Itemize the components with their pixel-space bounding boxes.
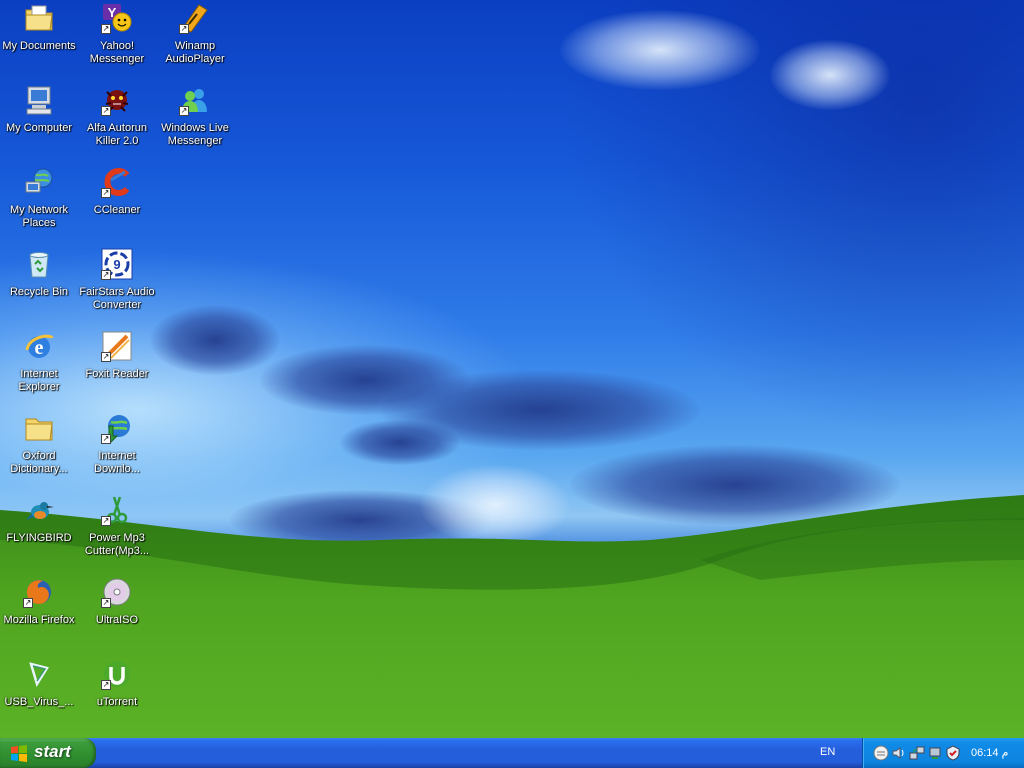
desktop-icon-my-network-places[interactable]: My Network Places xyxy=(0,166,78,246)
desktop-icon-label: USB_Virus_... xyxy=(4,696,74,708)
utorrent-icon: ↗ xyxy=(101,658,133,690)
autorun-killer-icon: ↗ xyxy=(101,84,133,116)
desktop-icon-label: FairStars Audio Converter xyxy=(79,286,155,311)
download-manager-globe-icon: ↗ xyxy=(101,412,133,444)
desktop-icon-yahoo-messenger[interactable]: Y ↗ Yahoo! Messenger xyxy=(78,2,156,82)
desktop-icon-label: Recycle Bin xyxy=(9,286,69,298)
desktop-icon-oxford-dictionary[interactable]: Oxford Dictionary... xyxy=(0,412,78,492)
desktop-icon-label: Foxit Reader xyxy=(85,368,149,380)
usb-scanner-icon xyxy=(23,658,55,690)
security-tray-icon[interactable] xyxy=(945,745,961,761)
desktop-icon-label: Alfa Autorun Killer 2.0 xyxy=(87,122,147,147)
computer-icon xyxy=(23,84,55,116)
desktop-icon-label: Power Mp3 Cutter(Mp3... xyxy=(84,532,150,557)
recycle-bin-icon xyxy=(23,248,55,280)
desktop-icon-label: My Documents xyxy=(2,40,76,52)
desktop-icon-flyingbird[interactable]: FLYINGBIRD xyxy=(0,494,78,574)
shortcut-arrow-icon: ↗ xyxy=(179,24,189,34)
svg-text:9: 9 xyxy=(113,257,120,272)
start-button[interactable]: start xyxy=(0,738,96,768)
desktop-icon-label: Oxford Dictionary... xyxy=(10,450,68,475)
desktop-icon-foxit-reader[interactable]: ↗ Foxit Reader xyxy=(78,330,156,410)
shortcut-arrow-icon: ↗ xyxy=(101,680,111,690)
shortcut-arrow-icon: ↗ xyxy=(101,188,111,198)
desktop-icon-fairstars-audio-converter[interactable]: 9 ↗ FairStars Audio Converter xyxy=(78,248,156,328)
desktop-icon-label: uTorrent xyxy=(96,696,138,708)
kingfisher-bird-icon xyxy=(23,494,55,526)
shortcut-arrow-icon: ↗ xyxy=(101,516,111,526)
desktop-icon-usb-virus[interactable]: USB_Virus_... xyxy=(0,658,78,738)
shortcut-arrow-icon: ↗ xyxy=(101,352,111,362)
foxit-reader-icon: ↗ xyxy=(101,330,133,362)
desktop-icon-ultraiso[interactable]: ↗ UltraISO xyxy=(78,576,156,656)
desktop-icon-label: Yahoo! Messenger xyxy=(89,40,145,65)
desktop-icon-label: Winamp AudioPlayer xyxy=(165,40,225,65)
desktop-icon-internet-download-manager[interactable]: ↗ Internet Downlo... xyxy=(78,412,156,492)
desktop-icon-label: Internet Explorer xyxy=(18,368,60,393)
start-label: start xyxy=(34,742,71,761)
desktop-icon-label: My Network Places xyxy=(9,204,69,229)
yahoo-messenger-icon: Y ↗ xyxy=(101,2,133,34)
internet-explorer-icon: e xyxy=(23,330,55,362)
desktop-icon-internet-explorer[interactable]: e Internet Explorer xyxy=(0,330,78,410)
network-places-icon xyxy=(23,166,55,198)
clock[interactable]: 06:14 م xyxy=(971,746,1008,759)
desktop-icon-winamp[interactable]: ↗ Winamp AudioPlayer xyxy=(156,2,234,82)
desktop-icon-label: Mozilla Firefox xyxy=(3,614,75,626)
desktop-icon-label: CCleaner xyxy=(93,204,141,216)
messenger-tray-icon[interactable] xyxy=(873,745,889,761)
desktop-icon-recycle-bin[interactable]: Recycle Bin xyxy=(0,248,78,328)
desktop-icon-label: My Computer xyxy=(5,122,73,134)
desktop-icon-ccleaner[interactable]: ↗ CCleaner xyxy=(78,166,156,246)
speaker-tray-icon[interactable] xyxy=(891,745,907,761)
desktop-icon-my-computer[interactable]: My Computer xyxy=(0,84,78,164)
desktop-icon-label: Windows Live Messenger xyxy=(161,122,229,147)
desktop-icon-label: FLYINGBIRD xyxy=(6,532,72,544)
folder-icon xyxy=(23,412,55,444)
desktop-icon-windows-live-messenger[interactable]: ↗ Windows Live Messenger xyxy=(156,84,234,164)
shortcut-arrow-icon: ↗ xyxy=(179,106,189,116)
desktop-icon-label: UltraISO xyxy=(95,614,139,626)
desktop-icon-alfa-autorun-killer[interactable]: ↗ Alfa Autorun Killer 2.0 xyxy=(78,84,156,164)
taskbar: start EN 06:14 م xyxy=(0,738,1024,768)
windows-logo-icon xyxy=(10,744,28,762)
disc-icon: ↗ xyxy=(101,576,133,608)
desktop-icon-utorrent[interactable]: ↗ uTorrent xyxy=(78,658,156,738)
language-indicator[interactable]: EN xyxy=(820,746,835,758)
ccleaner-icon: ↗ xyxy=(101,166,133,198)
firefox-icon: ↗ xyxy=(23,576,55,608)
system-tray: 06:14 م xyxy=(862,738,1024,768)
winamp-icon: ↗ xyxy=(179,2,211,34)
desktop-icon-my-documents[interactable]: My Documents xyxy=(0,2,78,82)
shortcut-arrow-icon: ↗ xyxy=(101,434,111,444)
network-tray-icon[interactable] xyxy=(909,745,925,761)
shortcut-arrow-icon: ↗ xyxy=(23,598,33,608)
safely-remove-tray-icon[interactable] xyxy=(927,745,943,761)
shortcut-arrow-icon: ↗ xyxy=(101,598,111,608)
shortcut-arrow-icon: ↗ xyxy=(101,24,111,34)
desktop-icon-mozilla-firefox[interactable]: ↗ Mozilla Firefox xyxy=(0,576,78,656)
shortcut-arrow-icon: ↗ xyxy=(101,106,111,116)
audio-converter-icon: 9 ↗ xyxy=(101,248,133,280)
shortcut-arrow-icon: ↗ xyxy=(101,270,111,280)
desktop-icon-label: Internet Downlo... xyxy=(94,450,140,475)
folder-documents-icon xyxy=(23,2,55,34)
windows-live-messenger-icon: ↗ xyxy=(179,84,211,116)
desktop-icon-power-mp3-cutter[interactable]: ↗ Power Mp3 Cutter(Mp3... xyxy=(78,494,156,574)
scissors-icon: ↗ xyxy=(101,494,133,526)
